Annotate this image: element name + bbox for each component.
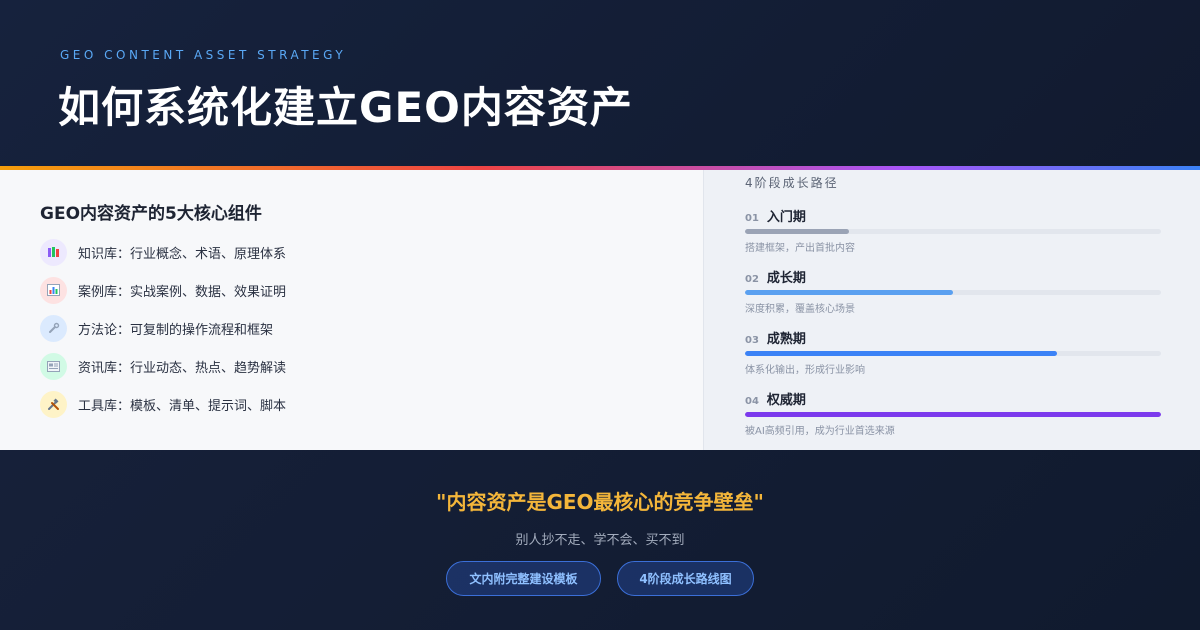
stage-name: 权威期 [766,393,806,408]
stage-name: 入门期 [766,210,806,225]
component-label: 资讯库：行业动态、热点、趋势解读 [78,360,287,376]
list-item: 方法论：可复制的操作流程和框架 [40,309,286,347]
stage-number: 04 [745,396,759,407]
components-title: GEO内容资产的5大核心组件 [40,204,262,224]
stage-progress-fill [745,351,1057,356]
stage-description: 搭建框架，产出首批内容 [745,243,855,254]
roadmap-button[interactable]: 4阶段成长路线图 [617,561,754,596]
component-label: 工具库：模板、清单、提示词、脚本 [78,398,287,414]
components-panel: GEO内容资产的5大核心组件 知识库：行业概念、术语、原理体系 案例库：实战案例… [0,170,703,450]
newspaper-icon [40,352,67,380]
stage-item: 01 入门期 搭建框架，产出首批内容 [745,206,1161,254]
stage-progress-track [745,290,1161,295]
list-item: 资讯库：行业动态、热点、趋势解读 [40,347,286,385]
template-button[interactable]: 文内附完整建设模板 [446,561,601,596]
bar-chart-icon [40,276,67,304]
page-title: 如何系统化建立GEO内容资产 [58,83,633,132]
list-item: 工具库：模板、清单、提示词、脚本 [40,385,286,423]
wrench-icon [40,314,67,342]
stage-item: 02 成长期 深度积累，覆盖核心场景 [745,267,1161,315]
stages-panel: 4阶段成长路径 01 入门期 搭建框架，产出首批内容 02 成长期 深度积累，覆… [703,170,1200,450]
stage-progress-fill [745,412,1161,417]
component-label: 方法论：可复制的操作流程和框架 [78,322,274,338]
tagline-quote: "内容资产是GEO最核心的竞争壁垒" [436,490,764,514]
footer-banner: "内容资产是GEO最核心的竞争壁垒" 别人抄不走、学不会、买不到 文内附完整建设… [0,450,1200,630]
stage-number: 03 [745,335,759,346]
components-list: 知识库：行业概念、术语、原理体系 案例库：实战案例、数据、效果证明 方法论：可复… [40,233,286,423]
stage-progress-fill [745,290,953,295]
books-icon [40,238,67,266]
stage-item: 03 成熟期 体系化输出，形成行业影响 [745,328,1161,376]
stage-progress-track [745,229,1161,234]
stage-progress-track [745,412,1161,417]
stage-name: 成熟期 [766,332,806,347]
stage-number: 01 [745,213,759,224]
header-banner: GEO CONTENT ASSET STRATEGY 如何系统化建立GEO内容资… [0,0,1200,166]
stages-title: 4阶段成长路径 [745,176,839,190]
component-label: 知识库：行业概念、术语、原理体系 [78,246,287,262]
stage-name: 成长期 [766,271,806,286]
stage-item: 04 权威期 被AI高频引用，成为行业首选来源 [745,389,1161,437]
list-item: 知识库：行业概念、术语、原理体系 [40,233,286,271]
tools-icon [40,390,67,418]
eyebrow-text: GEO CONTENT ASSET STRATEGY [60,48,347,62]
tagline-subtitle: 别人抄不走、学不会、买不到 [515,533,685,548]
list-item: 案例库：实战案例、数据、效果证明 [40,271,286,309]
stage-description: 被AI高频引用，成为行业首选来源 [745,426,895,437]
stage-description: 深度积累，覆盖核心场景 [745,304,855,315]
stage-description: 体系化输出，形成行业影响 [745,365,865,376]
stage-number: 02 [745,274,759,285]
component-label: 案例库：实战案例、数据、效果证明 [78,284,287,300]
stage-progress-track [745,351,1161,356]
stage-progress-fill [745,229,849,234]
